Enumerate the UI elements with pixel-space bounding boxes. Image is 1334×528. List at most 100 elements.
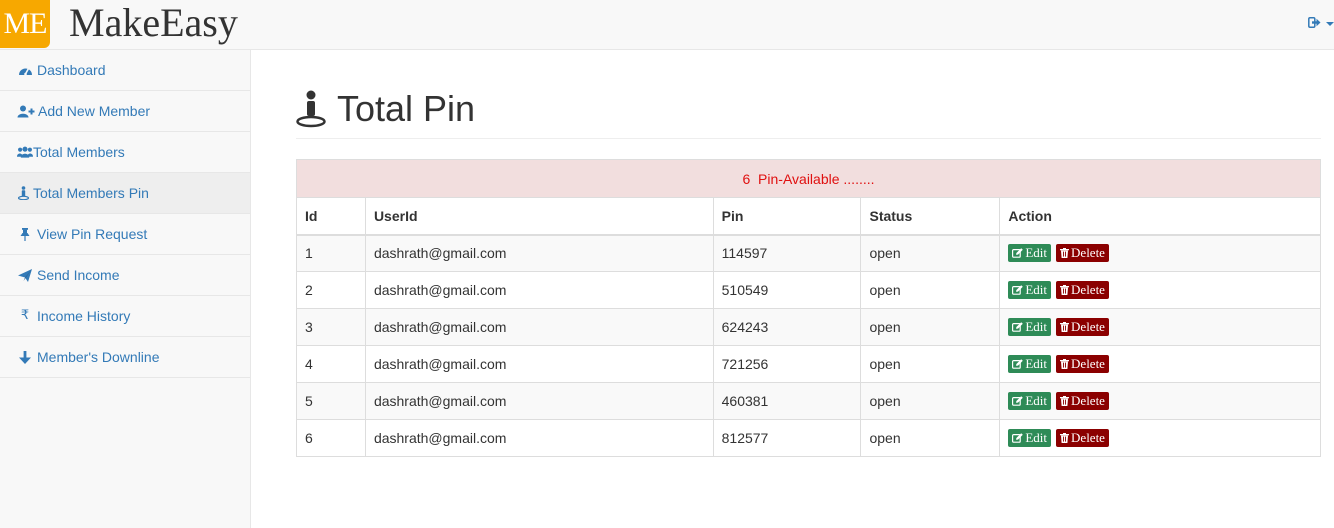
edit-icon: [1012, 285, 1024, 295]
pin-count: 6: [742, 170, 751, 187]
delete-button[interactable]: Delete: [1056, 429, 1109, 448]
delete-button[interactable]: Delete: [1056, 355, 1109, 374]
cell-status: open: [860, 419, 1001, 457]
cell-action: Edit Delete: [999, 234, 1321, 272]
pin-table: 6 Pin-Available ........ Id UserId Pin S…: [296, 159, 1321, 457]
table-row: 5 dashrath@gmail.com 460381 open Edit Del…: [296, 382, 1321, 420]
edit-label: Edit: [1025, 393, 1048, 409]
edit-button[interactable]: Edit: [1008, 318, 1052, 337]
column-header-status: Status: [860, 197, 1001, 236]
cell-pin: 114597: [712, 234, 862, 272]
cell-id: 1: [296, 234, 366, 272]
cell-action: Edit Delete: [999, 419, 1321, 457]
delete-label: Delete: [1071, 319, 1105, 335]
user-menu-dropdown[interactable]: [1306, 17, 1334, 33]
edit-label: Edit: [1025, 430, 1048, 446]
cell-status: open: [860, 271, 1001, 309]
cell-id: 4: [296, 345, 366, 383]
trash-icon: [1060, 322, 1070, 333]
cell-pin: 721256: [712, 345, 862, 383]
delete-label: Delete: [1071, 430, 1105, 446]
edit-label: Edit: [1025, 245, 1048, 261]
pin-available-text: Pin-Available ........: [758, 170, 875, 187]
sign-out-icon: [1308, 17, 1321, 31]
column-header-action: Action: [999, 197, 1321, 236]
cell-action: Edit Delete: [999, 271, 1321, 309]
edit-button[interactable]: Edit: [1008, 244, 1052, 263]
cell-userid: dashrath@gmail.com: [364, 419, 714, 457]
delete-label: Delete: [1071, 245, 1105, 261]
user-plus-icon: [17, 91, 35, 131]
cell-pin: 510549: [712, 271, 862, 309]
arrow-down-icon: [17, 337, 33, 377]
trash-icon: [1060, 248, 1070, 259]
sidebar-item-members-downline[interactable]: Member's Downline: [0, 337, 250, 378]
paper-plane-icon: [17, 255, 33, 295]
brand-name[interactable]: MakeEasy: [69, 1, 238, 45]
users-icon: [17, 132, 33, 172]
sidebar-item-label: Total Members Pin: [33, 185, 149, 201]
sidebar-item-label: Income History: [37, 308, 131, 324]
delete-button[interactable]: Delete: [1056, 244, 1109, 263]
sidebar-item-dashboard[interactable]: Dashboard: [0, 50, 250, 91]
cell-status: open: [860, 382, 1001, 420]
delete-label: Delete: [1071, 393, 1105, 409]
sidebar-item-send-income[interactable]: Send Income: [0, 255, 250, 296]
cell-pin: 460381: [712, 382, 862, 420]
trash-icon: [1060, 433, 1070, 444]
sidebar-item-label: Send Income: [37, 267, 120, 283]
cell-status: open: [860, 345, 1001, 383]
table-header-row: Id UserId Pin Status Action: [296, 197, 1321, 236]
table-row: 4 dashrath@gmail.com 721256 open Edit Del…: [296, 345, 1321, 383]
cell-id: 2: [296, 271, 366, 309]
cell-pin: 812577: [712, 419, 862, 457]
sidebar-item-label: Member's Downline: [37, 349, 160, 365]
person-pin-icon: [17, 173, 29, 213]
cell-id: 3: [296, 308, 366, 346]
cell-pin: 624243: [712, 308, 862, 346]
cell-action: Edit Delete: [999, 345, 1321, 383]
edit-icon: [1012, 396, 1024, 406]
column-header-userid: UserId: [364, 197, 714, 236]
cell-status: open: [860, 308, 1001, 346]
cell-userid: dashrath@gmail.com: [364, 308, 714, 346]
trash-icon: [1060, 359, 1070, 370]
edit-icon: [1012, 322, 1024, 332]
sidebar-item-total-members-pin[interactable]: Total Members Pin: [0, 173, 250, 214]
cell-userid: dashrath@gmail.com: [364, 234, 714, 272]
cell-id: 5: [296, 382, 366, 420]
cell-userid: dashrath@gmail.com: [364, 345, 714, 383]
edit-icon: [1012, 433, 1024, 443]
table-row: 6 dashrath@gmail.com 812577 open Edit Del…: [296, 419, 1321, 457]
delete-label: Delete: [1071, 356, 1105, 372]
delete-button[interactable]: Delete: [1056, 392, 1109, 411]
delete-button[interactable]: Delete: [1056, 281, 1109, 300]
chevron-down-icon: [1326, 22, 1334, 26]
edit-label: Edit: [1025, 356, 1048, 372]
table-row: 2 dashrath@gmail.com 510549 open Edit Del…: [296, 271, 1321, 309]
sidebar: Dashboard Add New Member Total Members T…: [0, 50, 251, 528]
trash-icon: [1060, 285, 1070, 296]
edit-button[interactable]: Edit: [1008, 429, 1052, 448]
column-header-id: Id: [296, 197, 366, 236]
logo[interactable]: ME: [0, 0, 50, 48]
delete-label: Delete: [1071, 282, 1105, 298]
edit-label: Edit: [1025, 282, 1048, 298]
edit-button[interactable]: Edit: [1008, 392, 1052, 411]
top-navbar: ME MakeEasy: [0, 0, 1334, 50]
edit-button[interactable]: Edit: [1008, 355, 1052, 374]
cell-action: Edit Delete: [999, 382, 1321, 420]
cell-id: 6: [296, 419, 366, 457]
cell-userid: dashrath@gmail.com: [364, 382, 714, 420]
table-row: 1 dashrath@gmail.com 114597 open Edit Del…: [296, 234, 1321, 272]
sidebar-item-income-history[interactable]: ₹ Income History: [0, 296, 250, 337]
sidebar-item-add-new-member[interactable]: Add New Member: [0, 91, 250, 132]
rupee-icon: ₹: [20, 308, 30, 323]
sidebar-item-view-pin-request[interactable]: View Pin Request: [0, 214, 250, 255]
page-title: Total Pin: [337, 88, 476, 129]
delete-button[interactable]: Delete: [1056, 318, 1109, 337]
sidebar-item-label: View Pin Request: [37, 226, 148, 242]
sidebar-item-total-members[interactable]: Total Members: [0, 132, 250, 173]
trash-icon: [1060, 396, 1070, 407]
edit-button[interactable]: Edit: [1008, 281, 1052, 300]
